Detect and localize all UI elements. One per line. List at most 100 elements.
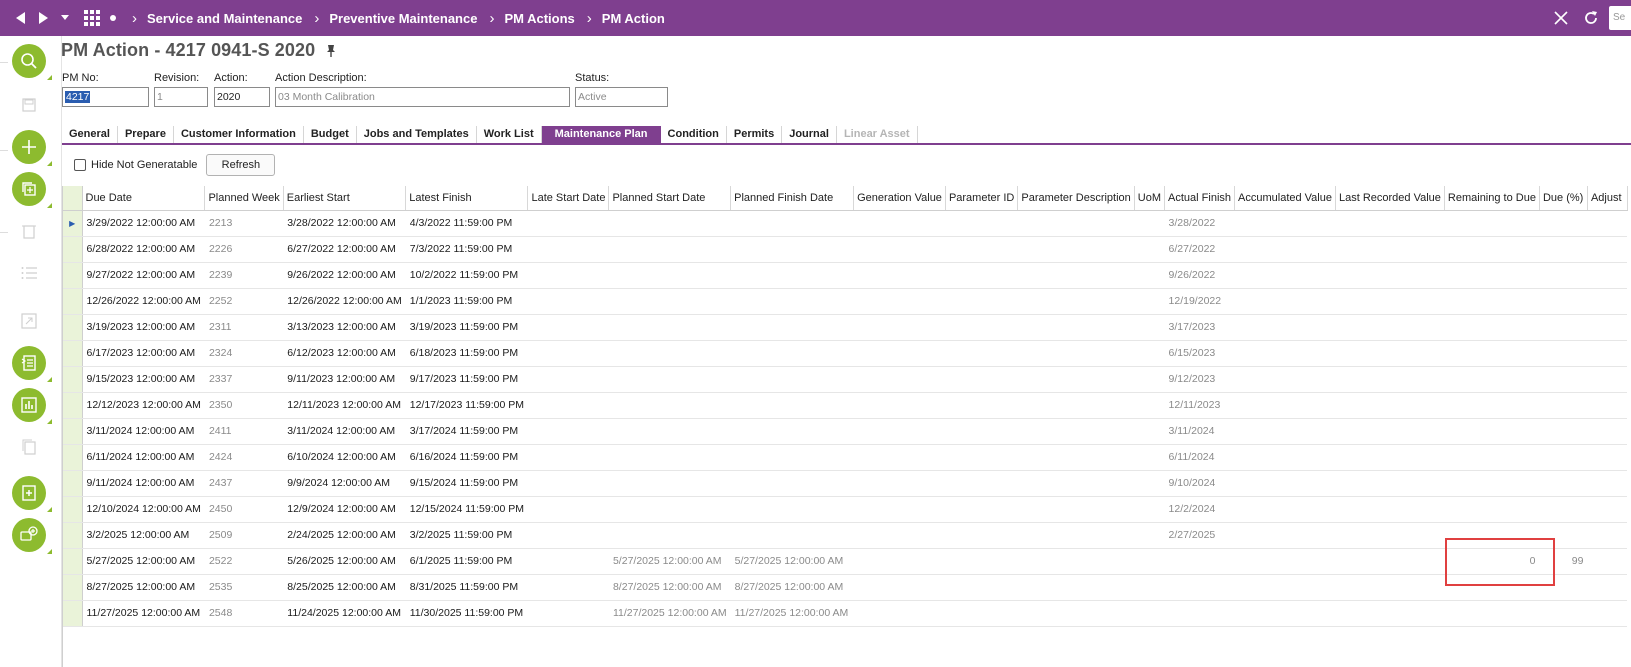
action-input[interactable]: 2020 <box>214 87 270 107</box>
tab-journal[interactable]: Journal <box>782 126 837 143</box>
row-marker[interactable] <box>63 600 83 627</box>
close-icon[interactable] <box>1549 0 1573 36</box>
row-marker[interactable] <box>63 236 83 263</box>
table-cell <box>1234 340 1336 367</box>
tab-prepare[interactable]: Prepare <box>118 126 174 143</box>
table-row[interactable]: 11/27/2025 12:00:00 AM 2548 11/24/2025 12:… <box>63 600 1628 627</box>
table-cell-remaining <box>1444 236 1540 263</box>
dropdown-caret-icon[interactable] <box>54 0 76 36</box>
column-header-parameter-description[interactable]: Parameter Description <box>1017 186 1135 211</box>
row-marker[interactable]: ▶ <box>63 210 83 237</box>
refresh-button[interactable]: Refresh <box>206 154 276 176</box>
add-document-button[interactable] <box>12 476 52 512</box>
table-row[interactable]: 6/11/2024 12:00:00 AM 2424 6/10/2024 12:00… <box>63 444 1628 471</box>
column-header-planned-finish-date[interactable]: Planned Finish Date <box>730 186 855 211</box>
tab-customer-information[interactable]: Customer Information <box>174 126 304 143</box>
row-marker[interactable] <box>63 574 83 601</box>
column-header-accumulated-value[interactable]: Accumulated Value <box>1234 186 1336 211</box>
tab-maintenance-plan[interactable]: Maintenance Plan <box>541 126 661 143</box>
breadcrumb-item[interactable]: Service and Maintenance <box>147 11 302 26</box>
table-row[interactable]: 12/10/2024 12:00:00 AM 2450 12/9/2024 12:0… <box>63 496 1628 523</box>
row-marker[interactable] <box>63 444 83 471</box>
row-marker[interactable] <box>63 340 83 367</box>
column-header-due-date[interactable]: Due Date <box>82 186 206 211</box>
table-cell <box>527 210 609 237</box>
search-button[interactable] <box>12 44 52 80</box>
table-cell <box>1134 522 1165 549</box>
column-header-last-recorded-value[interactable]: Last Recorded Value <box>1335 186 1445 211</box>
breadcrumb-item[interactable]: Preventive Maintenance <box>329 11 477 26</box>
column-header-planned-week[interactable]: Planned Week <box>204 186 284 211</box>
analysis-button[interactable] <box>12 388 52 424</box>
pm-no-input[interactable]: 4217 <box>62 87 149 107</box>
table-cell <box>853 522 946 549</box>
table-row[interactable]: 9/15/2023 12:00:00 AM 2337 9/11/2023 12:00… <box>63 366 1628 393</box>
row-marker[interactable] <box>63 314 83 341</box>
pin-icon[interactable] <box>325 44 337 58</box>
row-marker[interactable] <box>63 262 83 289</box>
status-input[interactable]: Active <box>575 87 668 107</box>
table-row[interactable]: 9/11/2024 12:00:00 AM 2437 9/9/2024 12:00:… <box>63 470 1628 497</box>
table-row[interactable]: 12/26/2022 12:00:00 AM 2252 12/26/2022 12:… <box>63 288 1628 315</box>
table-cell <box>853 262 946 289</box>
home-dot-icon[interactable] <box>110 15 116 21</box>
table-row[interactable]: 3/11/2024 12:00:00 AM 2411 3/11/2024 12:00… <box>63 418 1628 445</box>
column-header-earliest-start[interactable]: Earliest Start <box>283 186 407 211</box>
column-header-remaining-to-due[interactable]: Remaining to Due <box>1444 186 1540 211</box>
column-header-actual-finish[interactable]: Actual Finish <box>1164 186 1236 211</box>
table-row[interactable]: 8/27/2025 12:00:00 AM 2535 8/25/2025 12:00… <box>63 574 1628 601</box>
column-header-parameter-id[interactable]: Parameter ID <box>945 186 1019 211</box>
table-cell-due-date: 12/26/2022 12:00:00 AM <box>82 288 205 315</box>
back-icon[interactable] <box>10 0 32 36</box>
table-cell <box>1017 600 1135 627</box>
row-marker[interactable] <box>63 288 83 315</box>
duplicate-button[interactable] <box>12 172 52 208</box>
table-cell-planned-start <box>608 262 731 289</box>
action-description-input[interactable]: 03 Month Calibration <box>275 87 570 107</box>
row-marker[interactable] <box>63 548 83 575</box>
document-list-icon <box>21 355 36 371</box>
row-marker[interactable] <box>63 418 83 445</box>
table-row[interactable]: 3/2/2025 12:00:00 AM 2509 2/24/2025 12:00:… <box>63 522 1628 549</box>
table-row[interactable]: 3/19/2023 12:00:00 AM 2311 3/13/2023 12:00… <box>63 314 1628 341</box>
table-row[interactable]: 12/12/2023 12:00:00 AM 2350 12/11/2023 12:… <box>63 392 1628 419</box>
tab-work-list[interactable]: Work List <box>477 126 542 143</box>
tab-general[interactable]: General <box>62 126 118 143</box>
table-row[interactable]: 5/27/2025 12:00:00 AM 2522 5/26/2025 12:00… <box>63 548 1628 575</box>
column-header-due[interactable]: Due (%) <box>1539 186 1588 211</box>
column-header-uom[interactable]: UoM <box>1134 186 1166 211</box>
table-row[interactable]: ▶ 3/29/2022 12:00:00 AM 2213 3/28/2022 12:0… <box>63 210 1628 237</box>
table-cell <box>1335 340 1445 367</box>
column-header-generation-value[interactable]: Generation Value <box>853 186 946 211</box>
refresh-icon[interactable] <box>1579 0 1603 36</box>
row-marker[interactable] <box>63 366 83 393</box>
hide-not-generatable-checkbox[interactable] <box>74 159 86 171</box>
table-cell-due-pct <box>1539 262 1588 289</box>
tab-budget[interactable]: Budget <box>304 126 357 143</box>
tab-condition[interactable]: Condition <box>661 126 727 143</box>
row-marker[interactable] <box>63 392 83 419</box>
breadcrumb-item[interactable]: PM Actions <box>504 11 574 26</box>
row-marker[interactable] <box>63 522 83 549</box>
table-cell-due-pct <box>1539 600 1588 627</box>
column-header-latest-finish[interactable]: Latest Finish <box>405 186 529 211</box>
table-row[interactable]: 9/27/2022 12:00:00 AM 2239 9/26/2022 12:00… <box>63 262 1628 289</box>
row-marker[interactable] <box>63 496 83 523</box>
attachments-button[interactable] <box>12 346 52 382</box>
app-grid-icon[interactable] <box>84 10 100 26</box>
table-cell-due-pct <box>1539 210 1588 237</box>
table-row[interactable]: 6/28/2022 12:00:00 AM 2226 6/27/2022 12:00… <box>63 236 1628 263</box>
revision-input[interactable]: 1 <box>154 87 208 107</box>
column-header-late-start-date[interactable]: Late Start Date <box>527 186 610 211</box>
tab-jobs-and-templates[interactable]: Jobs and Templates <box>357 126 477 143</box>
tab-permits[interactable]: Permits <box>727 126 783 143</box>
forward-icon[interactable] <box>32 0 54 36</box>
search-input[interactable]: Se <box>1609 6 1631 30</box>
table-row[interactable]: 6/17/2023 12:00:00 AM 2324 6/12/2023 12:00… <box>63 340 1628 367</box>
conversation-button[interactable] <box>12 518 52 554</box>
column-header-planned-start-date[interactable]: Planned Start Date <box>608 186 732 211</box>
table-cell <box>1134 600 1165 627</box>
column-header-adjust[interactable]: Adjust <box>1587 186 1628 211</box>
new-button[interactable] <box>12 130 52 166</box>
row-marker[interactable] <box>63 470 83 497</box>
